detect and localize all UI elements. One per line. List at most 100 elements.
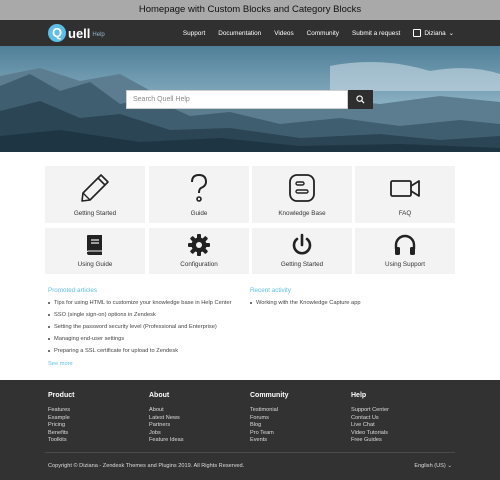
- footer-link[interactable]: Pricing: [48, 422, 74, 430]
- nav-link-submit-request[interactable]: Submit a request: [352, 30, 400, 37]
- category-using-guide[interactable]: Using Guide: [45, 228, 145, 274]
- block-label: Guide: [190, 210, 208, 217]
- promoted-article-title: Setting the password security level (Pro…: [54, 324, 217, 330]
- blogger-icon: [289, 174, 315, 202]
- logo-wordmark: uell: [68, 25, 91, 41]
- user-menu[interactable]: Diziana ⌄: [413, 29, 454, 37]
- nav-link-documentation[interactable]: Documentation: [218, 30, 261, 37]
- logo-mark: Q: [48, 24, 66, 42]
- recent-activity-title-text: Working with the Knowledge Capture app: [256, 300, 361, 306]
- search-input[interactable]: Search Quell Help: [126, 90, 348, 109]
- nav-link-videos[interactable]: Videos: [274, 30, 293, 37]
- footer-link[interactable]: Toolkits: [48, 437, 74, 445]
- see-more-link[interactable]: See more: [48, 361, 73, 367]
- user-name: Diziana: [424, 29, 446, 37]
- promoted-article-link[interactable]: Setting the password security level (Pro…: [48, 324, 217, 330]
- recent-activity-title: Recent activity: [250, 287, 291, 294]
- footer-link[interactable]: Latest News: [149, 415, 184, 423]
- category-configuration[interactable]: Configuration: [149, 228, 249, 274]
- promoted-article-link[interactable]: SSO (single sign-on) options in Zendesk: [48, 312, 156, 318]
- search-placeholder: Search Quell Help: [133, 96, 190, 103]
- user-icon: [413, 29, 422, 37]
- promoted-article-title: Tips for using HTML to customize your kn…: [54, 300, 232, 306]
- bullet-icon: [250, 301, 252, 304]
- promoted-article-link[interactable]: Tips for using HTML to customize your kn…: [48, 300, 232, 306]
- language-selector[interactable]: English (US) ⌄: [414, 463, 452, 469]
- headphones-icon: [394, 234, 416, 255]
- category-label: Getting Started: [280, 261, 324, 268]
- footer-link[interactable]: About: [149, 407, 184, 415]
- video-camera-icon: [390, 180, 420, 197]
- category-label: Using Support: [385, 261, 425, 268]
- block-label: Knowledge Base: [278, 210, 326, 217]
- promoted-article-link[interactable]: Managing end-user settings: [48, 336, 124, 342]
- bullet-icon: [48, 337, 50, 340]
- footer-link[interactable]: Benefits: [48, 430, 74, 438]
- power-icon: [292, 233, 312, 255]
- block-faq[interactable]: FAQ: [355, 166, 455, 223]
- block-getting-started[interactable]: Getting Started: [45, 166, 145, 223]
- footer-heading: Help: [351, 392, 367, 399]
- footer-link[interactable]: Example: [48, 415, 74, 423]
- search-icon: [356, 95, 365, 104]
- footer-link[interactable]: Testimonial: [250, 407, 289, 415]
- footer-column-help: Help Support Center Contact Us Live Chat…: [351, 392, 389, 445]
- block-knowledge-base[interactable]: Knowledge Base: [252, 166, 352, 223]
- chevron-down-icon: ⌄: [448, 30, 454, 37]
- footer-link[interactable]: Jobs: [149, 430, 184, 438]
- footer-link[interactable]: Feature Ideas: [149, 437, 184, 445]
- bullet-icon: [48, 349, 50, 352]
- top-navigation-bar: Q uell Help Support Documentation Videos…: [0, 20, 500, 46]
- category-getting-started[interactable]: Getting Started: [252, 228, 352, 274]
- bullet-icon: [48, 325, 50, 328]
- footer-divider: [45, 452, 455, 453]
- footer-column-about: About About Latest News Partners Jobs Fe…: [149, 392, 184, 445]
- promoted-articles-title: Promoted articles: [48, 287, 97, 294]
- nav-link-community[interactable]: Community: [307, 30, 339, 37]
- category-using-support[interactable]: Using Support: [355, 228, 455, 274]
- page-caption: Homepage with Custom Blocks and Category…: [0, 0, 500, 20]
- site-footer: Product Features Example Pricing Benefit…: [0, 380, 500, 480]
- search-button[interactable]: [348, 90, 373, 109]
- hero-banner: Search Quell Help: [0, 46, 500, 152]
- footer-link[interactable]: Events: [250, 437, 289, 445]
- chevron-down-icon: ⌄: [447, 463, 452, 469]
- promoted-article-link[interactable]: Preparing a SSL certificate for upload t…: [48, 348, 178, 354]
- promoted-article-title: Preparing a SSL certificate for upload t…: [54, 348, 179, 354]
- category-label: Configuration: [180, 261, 218, 268]
- footer-link[interactable]: Forums: [250, 415, 289, 423]
- category-label: Using Guide: [77, 261, 113, 268]
- footer-link[interactable]: Support Center: [351, 407, 389, 415]
- footer-link[interactable]: Video Tutorials: [351, 430, 389, 438]
- bullet-icon: [48, 301, 50, 304]
- block-label: FAQ: [398, 210, 412, 217]
- copyright-text: Copyright © Diziana - Zendesk Themes and…: [48, 463, 245, 469]
- nav-link-support[interactable]: Support: [183, 30, 205, 37]
- footer-link[interactable]: Features: [48, 407, 74, 415]
- pencil-icon: [81, 174, 109, 202]
- footer-heading: About: [149, 392, 170, 399]
- footer-link[interactable]: Blog: [250, 422, 289, 430]
- footer-link[interactable]: Live Chat: [351, 422, 389, 430]
- footer-link[interactable]: Partners: [149, 422, 184, 430]
- footer-heading: Community: [250, 392, 289, 399]
- footer-heading: Product: [48, 392, 75, 399]
- gear-icon: [188, 234, 210, 256]
- brand-logo[interactable]: Q uell Help: [48, 24, 105, 42]
- block-guide[interactable]: Guide: [149, 166, 249, 223]
- language-label: English (US): [414, 463, 446, 469]
- footer-column-community: Community Testimonial Forums Blog Pro Te…: [250, 392, 289, 445]
- book-icon: [86, 235, 102, 255]
- promoted-article-title: Managing end-user settings: [54, 336, 125, 342]
- logo-subtitle: Help: [92, 32, 105, 38]
- nav-links: Support Documentation Videos Community S…: [183, 20, 454, 46]
- footer-link[interactable]: Free Guides: [351, 437, 389, 445]
- question-mark-icon: [191, 173, 208, 202]
- block-label: Getting Started: [73, 210, 117, 217]
- footer-link[interactable]: Pro Team: [250, 430, 289, 438]
- promoted-article-title: SSO (single sign-on) options in Zendesk: [54, 312, 156, 318]
- recent-activity-link[interactable]: Working with the Knowledge Capture app: [250, 300, 361, 306]
- footer-link[interactable]: Contact Us: [351, 415, 389, 423]
- footer-column-product: Product Features Example Pricing Benefit…: [48, 392, 74, 445]
- bullet-icon: [48, 313, 50, 316]
